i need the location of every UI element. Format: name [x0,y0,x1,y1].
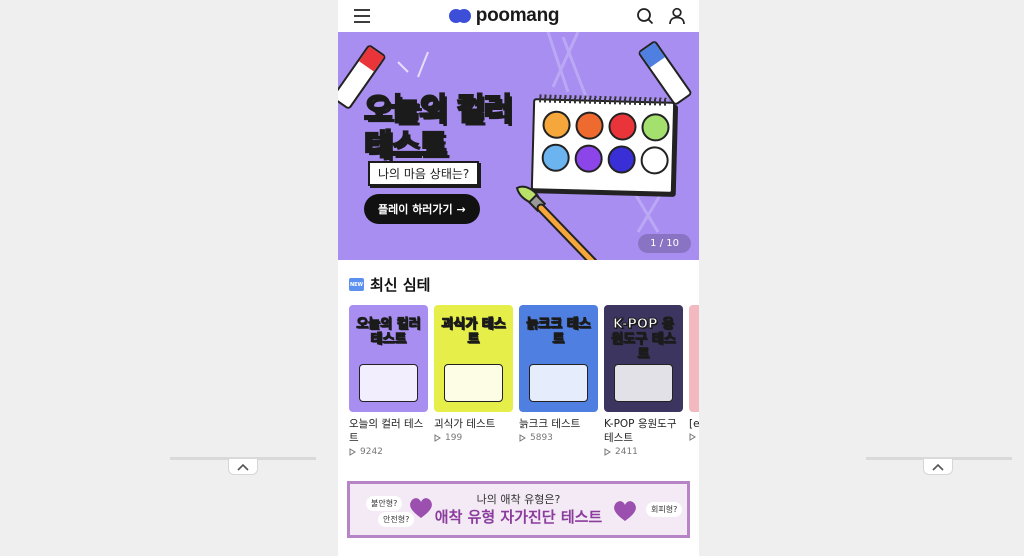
test-card-title: [e [689,418,699,430]
logo-text: poomang [475,5,560,26]
palette-color-dot [640,145,670,175]
test-thumbnail[interactable]: 괴식가 테스트 [434,305,513,412]
play-count-value: 2411 [615,447,638,457]
play-icon [604,448,611,456]
logo-mark-icon [448,9,471,23]
right-collapse-tab[interactable] [923,459,953,475]
test-thumbnail[interactable]: K-POP 응원도구 테스트 [604,305,683,412]
thumbnail-art [444,364,503,402]
play-count: 5893 [519,433,598,443]
thumbnail-art [359,364,418,402]
play-count-value: 199 [445,433,463,443]
heart-right-icon [614,501,636,521]
top-navigation: poomang [338,0,699,32]
thumbnail-title: 오늘의 컬러 테스트 [356,317,421,348]
test-thumbnail[interactable]: 오늘의 컬러 테스트 [349,305,428,412]
paintbrush-illustration [515,185,598,260]
test-thumbnail[interactable] [689,305,699,412]
test-card[interactable]: [e [689,305,699,441]
left-collapse-tab[interactable] [228,459,258,475]
play-count: 199 [434,433,513,443]
test-card-title: 괴식가 테스트 [434,418,496,430]
play-icon [519,434,526,442]
ad-chip-anxious: 불안형? [366,496,403,511]
play-icon [689,433,696,441]
thumbnail-art [614,364,673,402]
thumbnail-title: 괴식가 테스트 [441,317,506,348]
thumbnail-art [529,364,588,402]
banner-subtitle: 나의 마음 상태는? [368,161,480,186]
mobile-page: poomang 오늘의 컬러 테스트 나의 마음 상태는? 플레이 하러가기 → [338,0,699,556]
new-badge-icon: NEW [349,278,364,291]
hamburger-icon[interactable] [352,6,372,26]
chevron-up-icon [237,463,249,471]
ad-chip-avoidant: 회피형? [646,502,683,517]
banner-title-line2: 테스트 [363,127,449,165]
user-icon[interactable] [667,6,687,26]
palette-color-dot [574,144,604,173]
palette-color-dot [608,112,637,141]
slide-counter: 1 / 10 [638,234,691,253]
test-card[interactable]: 늙크크 테스트 늙크크 테스트 5893 [519,305,598,443]
play-icon [349,448,356,456]
palette-dots [541,110,670,175]
color-palette-illustration [530,94,676,194]
play-count-value: 9242 [360,447,383,457]
play-count [689,433,699,441]
play-count: 9242 [349,447,428,457]
chevron-up-icon [932,463,944,471]
poomang-logo[interactable]: poomang [448,5,560,27]
test-card-title: 오늘의 컬러 테스트 [349,418,424,444]
section-title: 최신 심테 [370,276,431,294]
palette-color-dot [541,143,571,173]
latest-section-header: NEW 최신 심테 [338,260,699,305]
play-count: 2411 [604,447,683,457]
play-icon [434,434,441,442]
test-card[interactable]: K-POP 응원도구 테스트 K-POP 응원도구 테스트 2411 [604,305,683,457]
play-count-value: 5893 [530,433,553,443]
test-card-title: 늙크크 테스트 [519,418,581,430]
ad-banner[interactable]: 나의 애착 유형은? 애착 유형 자가진단 테스트 불안형? 안전형? 회피형? [347,481,690,538]
hero-banner[interactable]: 오늘의 컬러 테스트 나의 마음 상태는? 플레이 하러가기 → 1 / 10 [338,32,699,260]
palette-color-dot [575,111,604,141]
test-thumbnail[interactable]: 늙크크 테스트 [519,305,598,412]
test-card[interactable]: 오늘의 컬러 테스트 오늘의 컬러 테스트 9242 [349,305,428,457]
heart-left-icon [410,498,432,518]
thumbnail-title: K-POP 응원도구 테스트 [611,317,676,363]
thumbnail-title: 늙크크 테스트 [526,317,591,348]
search-icon[interactable] [635,6,655,26]
palette-color-dot [641,113,670,142]
test-card[interactable]: 괴식가 테스트 괴식가 테스트 199 [434,305,513,443]
test-card-title: K-POP 응원도구 테스트 [604,418,677,444]
palette-color-dot [607,145,637,174]
latest-tests-carousel[interactable]: 오늘의 컬러 테스트 오늘의 컬러 테스트 9242 괴식가 테스트 괴식가 테스트 19… [338,305,699,465]
play-button[interactable]: 플레이 하러가기 → [364,194,480,224]
palette-color-dot [542,110,571,140]
